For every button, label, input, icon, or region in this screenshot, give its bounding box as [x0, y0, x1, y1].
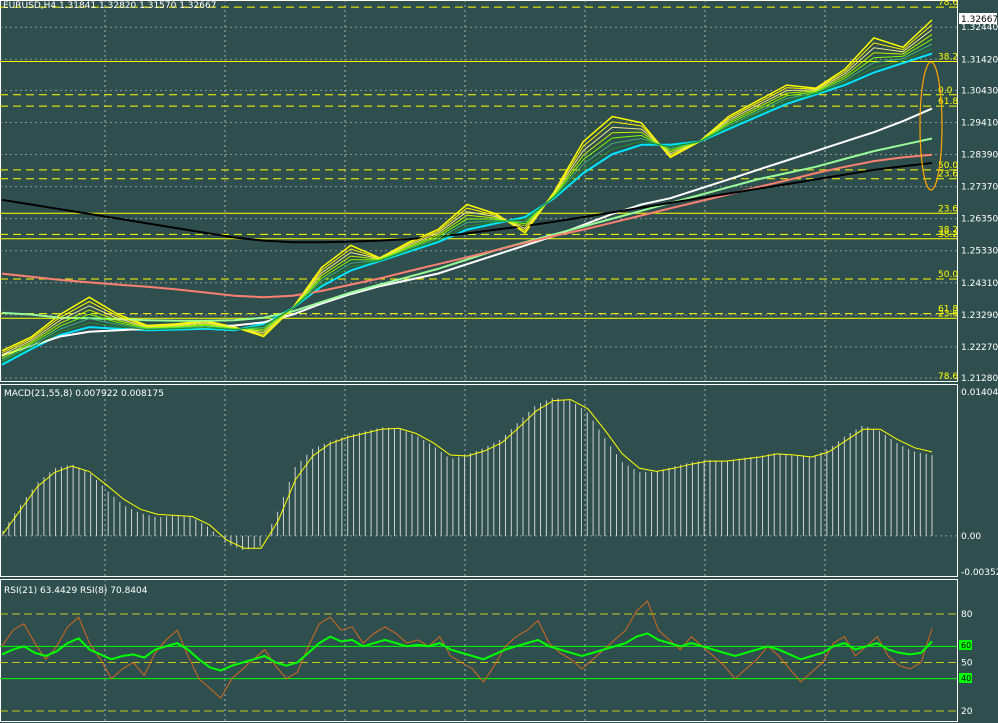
- fib-label: 23.6: [938, 204, 958, 214]
- price-axis-label: 1.25330: [961, 247, 998, 257]
- rsi-axis-label: 80: [961, 610, 973, 620]
- price-axis-label: 1.31420: [961, 55, 998, 65]
- macd-axis-label: 0.014044: [961, 388, 998, 398]
- price-axis-label: 1.22270: [961, 343, 998, 353]
- rsi-level-60-label: 60: [961, 641, 971, 650]
- rsi-axis-label: 20: [961, 707, 973, 717]
- fib-label: 23.6: [938, 170, 958, 180]
- chart-canvas: 78.638.20.061.850.023.623.638.238.250.06…: [0, 0, 998, 723]
- price-axis-label: 1.21280: [961, 374, 998, 384]
- fib-label: 23.6: [938, 309, 958, 319]
- macd-axis-label: 0.00: [961, 532, 981, 542]
- rsi-level-40-label: 40: [961, 674, 971, 683]
- fib-label: 38.2: [938, 230, 958, 240]
- price-axis-label: 1.27370: [961, 183, 998, 193]
- fib-label: 78.6: [938, 0, 958, 8]
- rsi-header: RSI(21) 63.4429 RSI(8) 70.8404: [4, 586, 148, 596]
- current-price-label: 1.32667: [961, 15, 998, 25]
- price-axis-label: 1.28390: [961, 151, 998, 161]
- price-axis-label: 1.24310: [961, 279, 998, 289]
- macd-header: MACD(21,55,8) 0.007922 0.008175: [4, 389, 164, 399]
- fib-label: 50.0: [938, 270, 958, 280]
- fib-label: 38.2: [938, 52, 958, 62]
- price-axis-label: 1.30430: [961, 86, 998, 96]
- price-axis-label: 1.26350: [961, 215, 998, 225]
- chart-background: [0, 0, 998, 723]
- rsi-axis-label: 50: [961, 659, 973, 669]
- fib-label: 78.6: [938, 372, 958, 382]
- price-axis-label: 1.29410: [961, 118, 998, 128]
- price-header: EURUSD,H4 1.31841 1.32820 1.31570 1.3266…: [3, 1, 216, 11]
- macd-axis-label: -0.00352: [961, 568, 998, 578]
- price-axis-label: 1.23290: [961, 311, 998, 321]
